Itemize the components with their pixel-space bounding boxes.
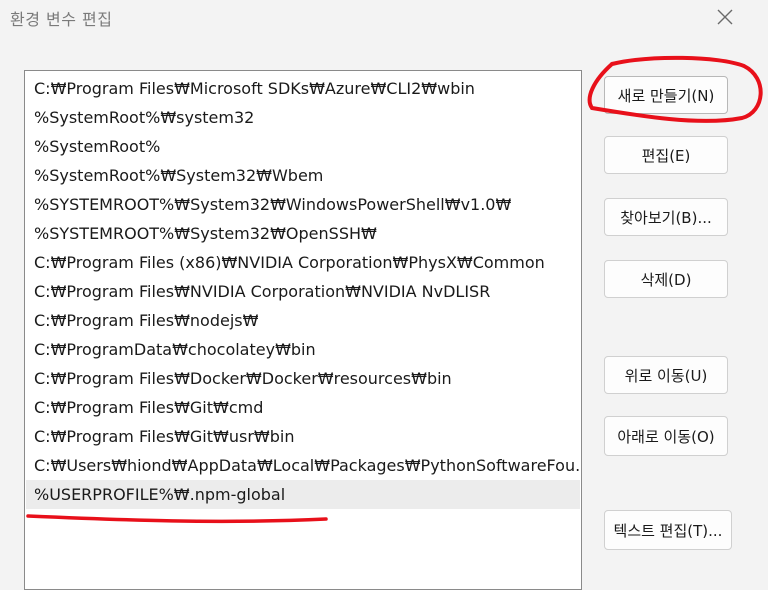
path-list-item[interactable]: C:₩Program Files₩Docker₩Docker₩resources… [26,364,580,393]
path-list-item[interactable]: C:₩Program Files₩NVIDIA Corporation₩NVID… [26,277,580,306]
close-button[interactable] [710,4,740,30]
path-list-item[interactable]: C:₩Program Files (x86)₩NVIDIA Corporatio… [26,248,580,277]
path-list-item[interactable]: %SYSTEMROOT%₩System32₩OpenSSH₩ [26,219,580,248]
path-list-item[interactable]: C:₩Program Files₩Microsoft SDKs₩Azure₩CL… [26,74,580,103]
path-list-item[interactable]: C:₩Program Files₩Git₩usr₩bin [26,422,580,451]
title-bar: 환경 변수 편집 [0,0,768,40]
new-button[interactable]: 새로 만들기(N) [604,76,728,114]
path-list-item[interactable]: C:₩Program Files₩nodejs₩ [26,306,580,335]
path-list-item[interactable]: %SYSTEMROOT%₩System32₩WindowsPowerShell₩… [26,190,580,219]
move-down-button[interactable]: 아래로 이동(O) [604,416,728,456]
move-up-button[interactable]: 위로 이동(U) [604,356,728,394]
path-list-item[interactable]: C:₩Users₩hiond₩AppData₩Local₩Packages₩Py… [26,451,580,480]
window-title: 환경 변수 편집 [10,10,113,29]
path-list-item[interactable]: C:₩ProgramData₩chocolatey₩bin [26,335,580,364]
path-list-item-selected[interactable]: %USERPROFILE%₩.npm-global [26,480,580,509]
path-list-item[interactable]: C:₩Program Files₩Git₩cmd [26,393,580,422]
edit-button[interactable]: 편집(E) [604,136,728,174]
path-list[interactable]: C:₩Program Files₩Microsoft SDKs₩Azure₩CL… [24,70,582,590]
path-list-item[interactable]: %SystemRoot%₩System32₩Wbem [26,161,580,190]
delete-button[interactable]: 삭제(D) [604,260,728,298]
path-list-item[interactable]: %SystemRoot% [26,132,580,161]
browse-button[interactable]: 찾아보기(B)... [604,198,728,236]
edit-text-button[interactable]: 텍스트 편집(T)... [604,510,732,550]
close-icon [717,9,733,25]
path-list-item[interactable]: %SystemRoot%₩system32 [26,103,580,132]
